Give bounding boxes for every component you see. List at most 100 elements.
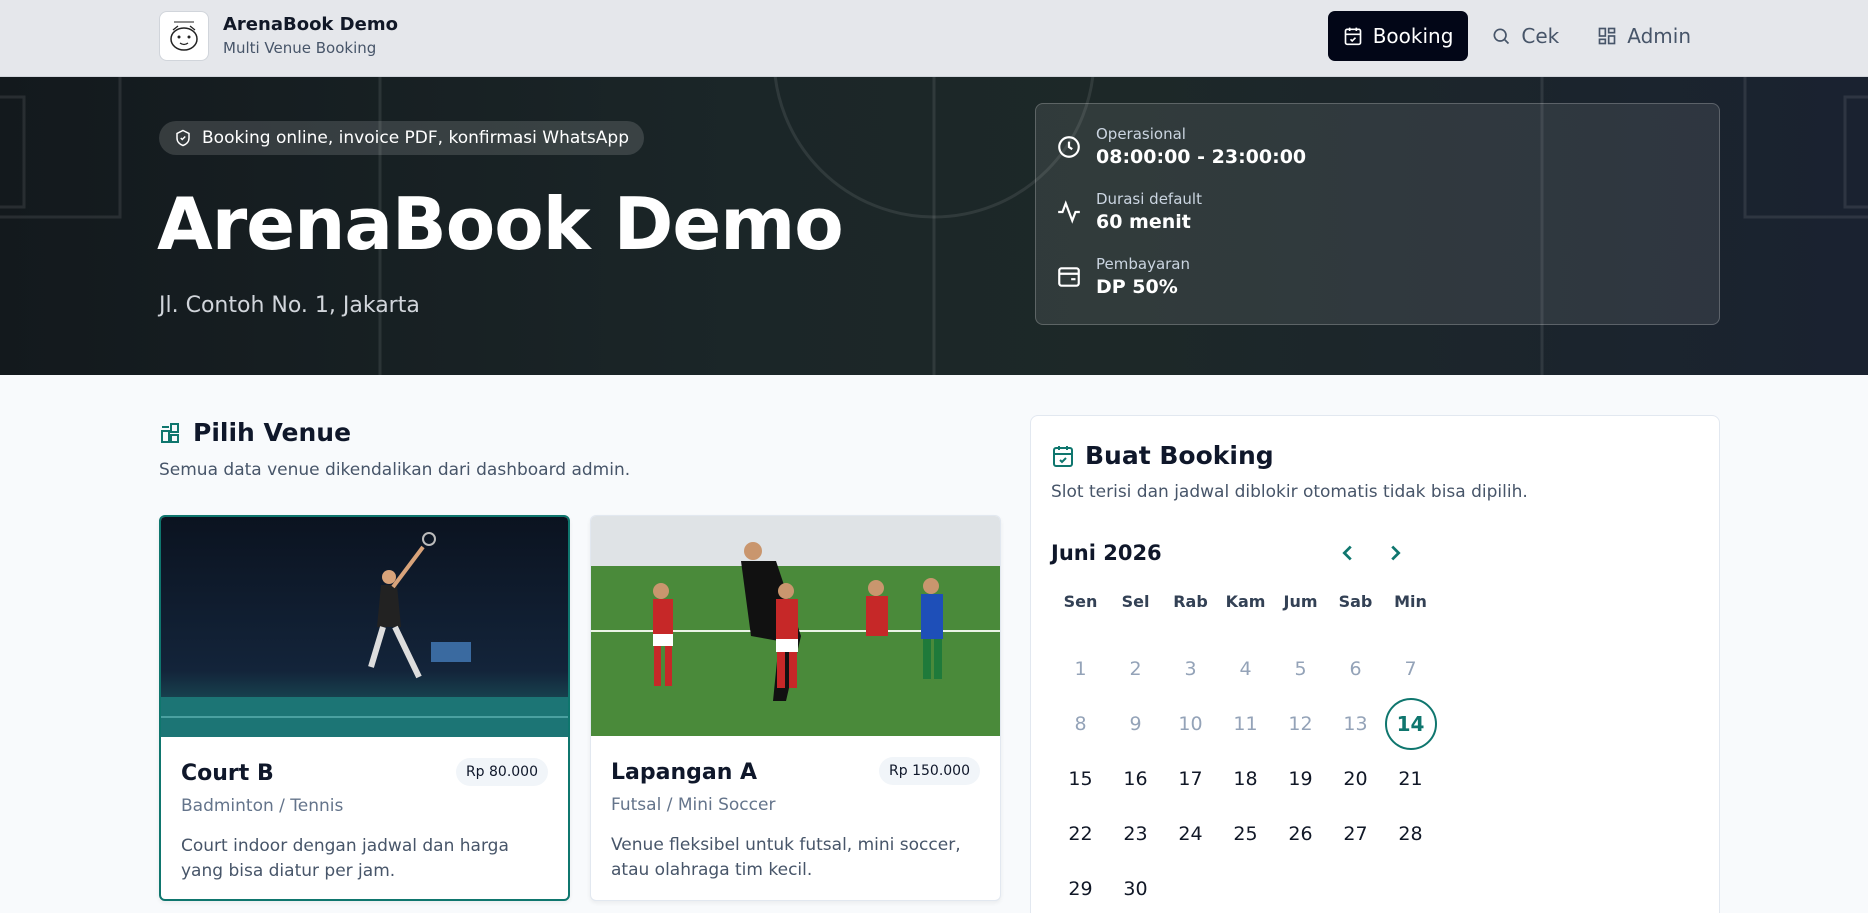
- calendar-weekday: Sel: [1121, 591, 1150, 611]
- calendar-day[interactable]: 20: [1328, 751, 1383, 806]
- info-value: 08:00:00 - 23:00:00: [1096, 146, 1307, 168]
- clock-icon: [1058, 136, 1080, 158]
- calendar-prev-button[interactable]: [1333, 538, 1363, 568]
- top-navbar: ArenaBook Demo Multi Venue Booking Booki…: [0, 0, 1868, 77]
- venue-image-badminton: [161, 517, 568, 737]
- venue-card-lapangan-a[interactable]: Lapangan A Rp 150.000 Futsal / Mini Socc…: [590, 515, 1001, 901]
- info-label: Durasi default: [1096, 190, 1202, 208]
- calendar-day[interactable]: 26: [1273, 806, 1328, 861]
- info-pembayaran: Pembayaran DP 50%: [1056, 254, 1190, 300]
- venue-name: Lapangan A: [611, 760, 758, 785]
- venue-price-badge: Rp 80.000: [455, 758, 548, 786]
- calendar-day[interactable]: 16: [1108, 751, 1163, 806]
- booking-header: Buat Booking: [1051, 441, 1274, 470]
- chevron-left-icon: [1342, 545, 1352, 561]
- venue-name: Court B: [181, 761, 274, 786]
- calendar-weekday: Sen: [1063, 591, 1098, 611]
- calendar-weekday: Kam: [1225, 591, 1266, 611]
- soccer-photo: [591, 516, 1000, 736]
- hero-address: Jl. Contoh No. 1, Jakarta: [159, 293, 420, 318]
- calendar-day-disabled: 10: [1178, 712, 1203, 735]
- wallet-icon: [1058, 267, 1080, 287]
- nav-admin-label: Admin: [1627, 24, 1691, 48]
- booking-description: Slot terisi dan jadwal diblokir otomatis…: [1051, 482, 1528, 502]
- calendar-day-disabled: 5: [1294, 657, 1307, 680]
- shield-check-icon: [176, 129, 190, 147]
- booking-title: Buat Booking: [1085, 441, 1274, 470]
- calendar-month-label: Juni 2026: [1051, 541, 1162, 565]
- booking-panel: Buat Booking Slot terisi dan jadwal dibl…: [1030, 415, 1720, 913]
- venue-type: Futsal / Mini Soccer: [611, 795, 776, 815]
- nav-booking-button[interactable]: Booking: [1327, 11, 1469, 61]
- calendar-next-button[interactable]: [1380, 538, 1410, 568]
- hero-title: ArenaBook Demo: [157, 182, 844, 266]
- calendar-day[interactable]: 19: [1273, 751, 1328, 806]
- calendar-day-disabled: 4: [1239, 657, 1252, 680]
- chevron-right-icon: [1391, 545, 1401, 561]
- venue-section-description: Semua data venue dikendalikan dari dashb…: [159, 460, 631, 480]
- operational-info-card: Operasional 08:00:00 - 23:00:00 Durasi d…: [1035, 103, 1720, 325]
- dashboard-grid-icon: [1598, 27, 1616, 45]
- calendar-check-icon: [1344, 27, 1362, 46]
- venue-grid-icon: [161, 422, 179, 443]
- calendar-day[interactable]: 23: [1108, 806, 1163, 861]
- brand-title: ArenaBook Demo: [223, 14, 398, 35]
- info-value: 60 menit: [1096, 211, 1191, 233]
- venue-card-court-b[interactable]: Court B Rp 80.000 Badminton / Tennis Cou…: [159, 515, 570, 901]
- venue-image-soccer: [591, 516, 1000, 736]
- calendar-weekday: Jum: [1283, 591, 1318, 611]
- calendar-day-disabled: 8: [1074, 712, 1087, 735]
- calendar-day[interactable]: 25: [1218, 806, 1273, 861]
- brand-subtitle: Multi Venue Booking: [223, 39, 377, 57]
- hero-banner: Booking online, invoice PDF, konfirmasi …: [0, 77, 1868, 375]
- info-durasi: Durasi default 60 menit: [1056, 189, 1202, 235]
- activity-icon: [1058, 200, 1080, 224]
- calendar-day-label: 14: [1384, 697, 1437, 750]
- calendar-day-disabled: 3: [1184, 657, 1197, 680]
- venue-description: Venue fleksibel untuk futsal, mini socce…: [611, 835, 961, 880]
- calendar-check-icon: [1053, 445, 1073, 467]
- brand[interactable]: ArenaBook Demo Multi Venue Booking: [159, 11, 398, 61]
- calendar-day-disabled: 6: [1349, 657, 1362, 680]
- nav-admin-button[interactable]: Admin: [1582, 11, 1706, 61]
- calendar-day[interactable]: 17: [1163, 751, 1218, 806]
- venue-section-title: Pilih Venue: [193, 418, 352, 447]
- calendar-day[interactable]: 15: [1053, 751, 1108, 806]
- info-operasional: Operasional 08:00:00 - 23:00:00: [1056, 124, 1306, 170]
- calendar-day[interactable]: 24: [1163, 806, 1218, 861]
- calendar-day-disabled: 13: [1343, 712, 1368, 735]
- calendar-day-disabled: 12: [1288, 712, 1313, 735]
- calendar-day[interactable]: 22: [1053, 806, 1108, 861]
- hero-feature-badge: Booking online, invoice PDF, konfirmasi …: [159, 121, 644, 155]
- calendar-day[interactable]: 18: [1218, 751, 1273, 806]
- calendar-day-today[interactable]: 14: [1383, 696, 1438, 751]
- venue-price-badge: Rp 150.000: [879, 757, 980, 785]
- cartoon-logo-icon: [170, 21, 198, 51]
- calendar-grid: Sen Sel Rab Kam Jum Sab Min 1 2 3 4 5 6 7 8 9 10 11 12 13 14…: [1053, 586, 1438, 913]
- venue-type: Badminton / Tennis: [181, 796, 344, 816]
- info-label: Pembayaran: [1096, 255, 1190, 273]
- badminton-photo: [161, 517, 568, 737]
- nav-booking-label: Booking: [1372, 24, 1454, 48]
- calendar-day-disabled: 7: [1404, 657, 1417, 680]
- info-value: DP 50%: [1096, 276, 1178, 298]
- calendar-day[interactable]: 28: [1383, 806, 1438, 861]
- calendar-day-disabled: 2: [1129, 657, 1142, 680]
- venue-section-header: Pilih Venue: [159, 418, 351, 447]
- nav-cek-button[interactable]: Cek: [1476, 11, 1574, 61]
- info-label: Operasional: [1096, 125, 1186, 143]
- hero-badge-text: Booking online, invoice PDF, konfirmasi …: [202, 128, 629, 148]
- calendar-day-disabled: 9: [1129, 712, 1142, 735]
- nav-cek-label: Cek: [1521, 24, 1560, 48]
- calendar-day[interactable]: 30: [1108, 861, 1163, 913]
- calendar-weekday: Rab: [1173, 591, 1208, 611]
- search-icon: [1493, 28, 1510, 45]
- venue-description: Court indoor dengan jadwal dan harga yan…: [181, 836, 509, 881]
- main-nav: Booking Cek Admin: [1320, 11, 1706, 61]
- calendar-weekday: Sab: [1338, 591, 1373, 611]
- calendar-day[interactable]: 21: [1383, 751, 1438, 806]
- brand-logo: [159, 11, 209, 61]
- calendar-day[interactable]: 29: [1053, 861, 1108, 913]
- calendar-day-disabled: 1: [1074, 657, 1087, 680]
- calendar-day[interactable]: 27: [1328, 806, 1383, 861]
